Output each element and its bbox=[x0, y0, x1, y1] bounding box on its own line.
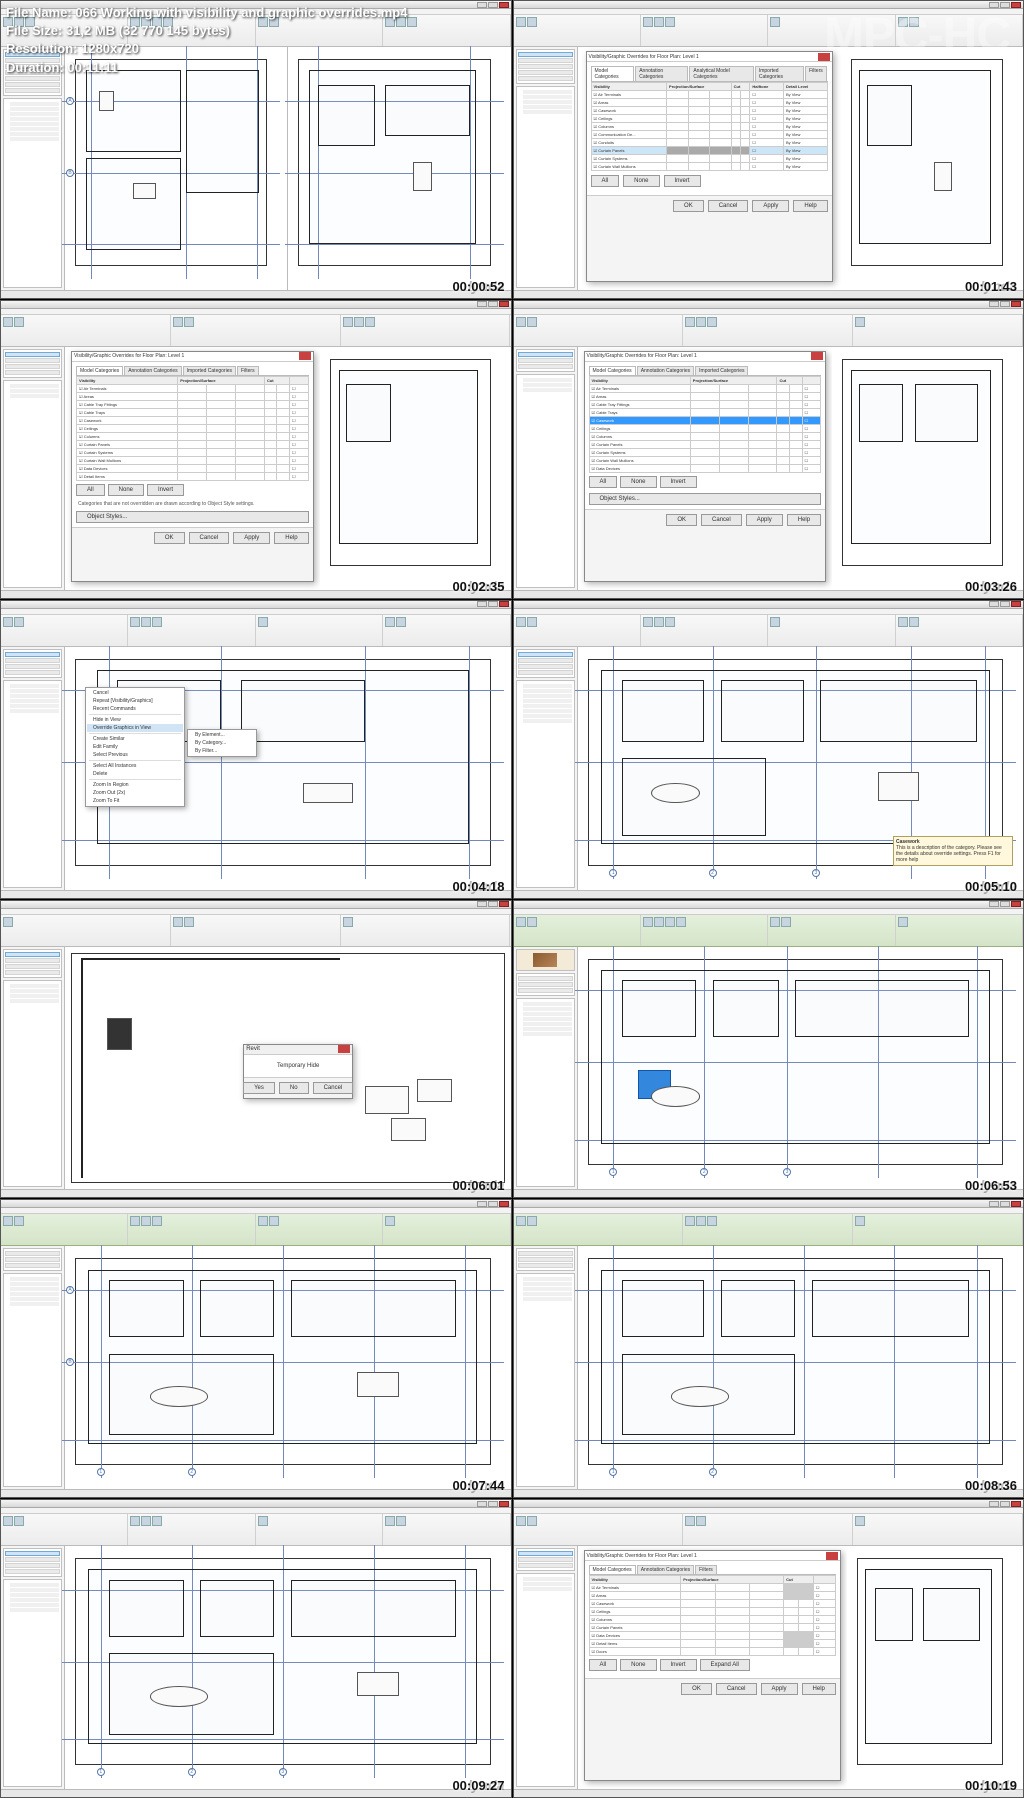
thumbnail-5[interactable]: Cancel Repeat [Visibility/Graphics] Rece… bbox=[0, 600, 512, 899]
view-canvas-right[interactable] bbox=[288, 47, 510, 290]
player-watermark: MPC-HC bbox=[824, 8, 1010, 63]
view-canvas-left[interactable]: A B bbox=[65, 47, 288, 290]
thumbnail-4[interactable]: Visibility/Graphic Overrides for Floor P… bbox=[513, 300, 1024, 599]
thumbnail-7[interactable]: Revit Temporary Hide Yes No Cancel lynda… bbox=[0, 900, 512, 1199]
modify-ribbon bbox=[514, 915, 1024, 947]
help-button[interactable]: Help bbox=[793, 200, 827, 212]
floorplan-2 bbox=[298, 59, 490, 266]
thumbnail-6[interactable]: 1 2 3 Casework This is a description of … bbox=[513, 600, 1024, 899]
context-submenu[interactable]: By Element... By Category... By Filter..… bbox=[187, 729, 257, 757]
file-size-line: File Size: 31,2 MB (32 770 145 bytes) bbox=[6, 22, 407, 40]
thumbnail-12[interactable]: Visibility/Graphic Overrides for Floor P… bbox=[513, 1499, 1024, 1798]
confirm-dialog[interactable]: Revit Temporary Hide Yes No Cancel bbox=[243, 1044, 353, 1099]
tooltip: Casework This is a description of the ca… bbox=[893, 836, 1013, 866]
ok-button[interactable]: OK bbox=[673, 200, 704, 212]
file-info-overlay: File Name: 066 Working with visibility a… bbox=[6, 4, 407, 77]
thumbnail-8[interactable]: 1 2 3 lynda 00:06:53 bbox=[513, 900, 1024, 1199]
thumbnail-9[interactable]: A B 1 2 lynda 00:07:44 bbox=[0, 1199, 512, 1498]
timestamp-1: 00:00:52 bbox=[452, 279, 504, 294]
thumbnail-3[interactable]: Visibility/Graphic Overrides for Floor P… bbox=[0, 300, 512, 599]
visibility-dialog[interactable]: Visibility/Graphic Overrides for Floor P… bbox=[586, 51, 833, 282]
duration-line: Duration: 00:11:11 bbox=[6, 59, 407, 77]
cancel-button[interactable]: Cancel bbox=[708, 200, 749, 212]
left-sidebar bbox=[1, 47, 65, 290]
project-browser[interactable] bbox=[3, 98, 62, 288]
close-icon[interactable] bbox=[338, 1045, 350, 1053]
thumbnail-grid: A B lynda 00:00:52 Visibility/Graphic Ov… bbox=[0, 0, 1024, 1798]
apply-button[interactable]: Apply bbox=[752, 200, 789, 212]
context-menu[interactable]: Cancel Repeat [Visibility/Graphics] Rece… bbox=[85, 687, 185, 807]
close-icon[interactable] bbox=[499, 2, 509, 8]
file-name-line: File Name: 066 Working with visibility a… bbox=[6, 4, 407, 22]
floorplan-1: A B bbox=[75, 59, 267, 266]
resolution-line: Resolution: 1280x720 bbox=[6, 40, 407, 58]
thumbnail-10[interactable]: 1 2 lynda 00:08:36 bbox=[513, 1199, 1024, 1498]
categories-table[interactable]: VisibilityProjection/SurfaceCutHalftoneD… bbox=[591, 82, 828, 171]
thumbnail-11[interactable]: 1 2 3 lynda 00:09:27 bbox=[0, 1499, 512, 1798]
